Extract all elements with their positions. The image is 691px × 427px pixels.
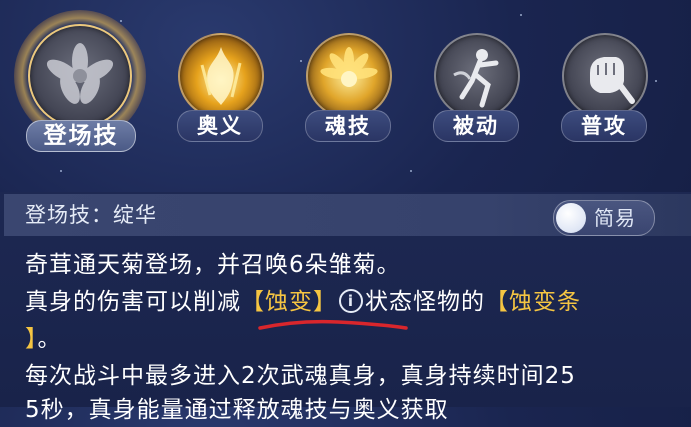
description-text: 。 bbox=[37, 326, 62, 352]
description-line-4: 每次战斗中最多进入2次武魂真身，真身持续时间25 bbox=[25, 363, 576, 389]
golden-flame-icon bbox=[178, 33, 264, 119]
toggle-knob bbox=[556, 203, 586, 233]
description-text: 状态怪物的 bbox=[365, 289, 485, 315]
keyword-corrosion[interactable]: 【蚀变】 bbox=[241, 289, 337, 315]
star-sparkle bbox=[655, 80, 657, 82]
star-sparkle bbox=[60, 170, 62, 172]
skill-label-soul: 魂技 bbox=[305, 110, 391, 142]
star-sparkle bbox=[520, 14, 522, 16]
description-line-5: 5秒，真身能量通过释放魂技与奥义获取 bbox=[25, 397, 449, 423]
skill-title: 登场技：绽华 bbox=[25, 203, 157, 227]
description-line-2: 真身的伤害可以削减【蚀变】 i 状态怪物的【蚀变条 bbox=[25, 285, 581, 319]
description-text: 真身的伤害可以削减 bbox=[25, 289, 241, 315]
skill-label-ultimate: 奥义 bbox=[177, 110, 263, 142]
keyword-corrosion-bar[interactable]: 【蚀变条 bbox=[485, 289, 581, 315]
description-line-1: 奇茸通天菊登场，并召唤6朵雏菊。 bbox=[25, 252, 401, 278]
golden-chrysanthemum-icon bbox=[306, 33, 392, 119]
skill-label-passive: 被动 bbox=[433, 110, 519, 142]
skill-label-basic: 普攻 bbox=[561, 110, 647, 142]
skill-label-entrance: 登场技 bbox=[26, 120, 136, 152]
dark-flower-icon bbox=[28, 24, 132, 128]
red-underline-annotation bbox=[258, 319, 408, 330]
star-sparkle bbox=[300, 60, 302, 62]
info-icon[interactable]: i bbox=[339, 288, 363, 313]
simple-mode-toggle[interactable]: 简易 bbox=[553, 200, 655, 236]
toggle-label: 简易 bbox=[594, 206, 636, 230]
description-line-3: 】。 bbox=[25, 322, 62, 356]
fist-icon bbox=[562, 33, 648, 119]
star-sparkle bbox=[120, 20, 122, 22]
keyword-bracket-close: 】 bbox=[25, 326, 38, 352]
dancer-silhouette-icon bbox=[434, 33, 520, 119]
star-sparkle bbox=[410, 170, 412, 172]
